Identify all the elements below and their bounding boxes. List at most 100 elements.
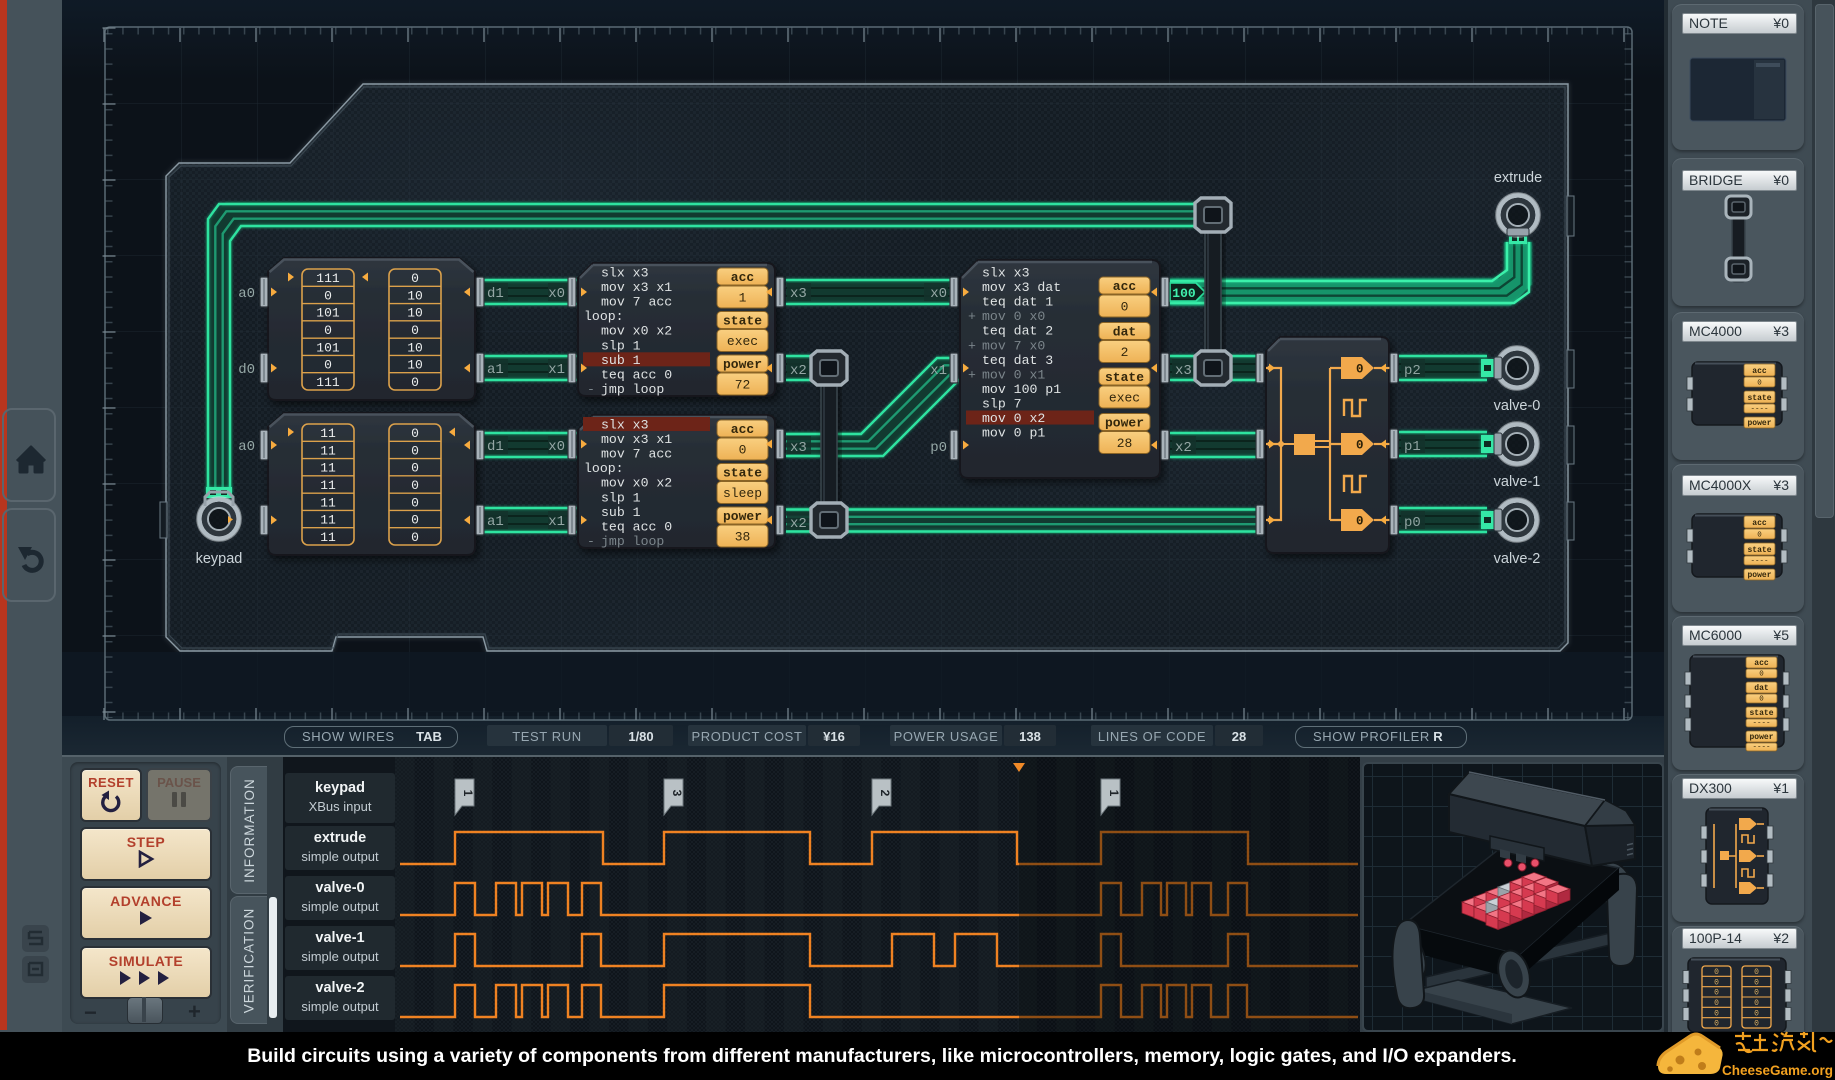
svg-text:10: 10 (407, 358, 423, 373)
svg-text:teq acc 0: teq acc 0 (601, 519, 672, 534)
svg-text:2: 2 (1121, 345, 1129, 360)
svg-text:mov 7 x0: mov 7 x0 (982, 338, 1045, 353)
svg-text:teq dat 1: teq dat 1 (982, 295, 1053, 310)
svg-text:0: 0 (1121, 300, 1129, 315)
svg-text:sub 1: sub 1 (601, 353, 641, 368)
svg-text:0: 0 (1754, 1009, 1759, 1018)
svg-text:mov 0 x1: mov 0 x1 (982, 367, 1045, 382)
svg-text:x2: x2 (790, 363, 807, 379)
svg-text:a1: a1 (487, 362, 504, 378)
svg-text:mov 7 acc: mov 7 acc (601, 295, 672, 310)
svg-text:----: ---- (1750, 406, 1768, 414)
svg-text:----: ---- (1752, 744, 1770, 752)
svg-text:28: 28 (1117, 436, 1133, 451)
svg-text:power: power (723, 509, 762, 524)
svg-text:p0: p0 (1404, 515, 1421, 531)
svg-text:0: 0 (411, 443, 419, 458)
svg-text:valve-2: valve-2 (1494, 551, 1541, 567)
svg-text:11: 11 (320, 426, 336, 441)
svg-text:p0: p0 (930, 440, 947, 456)
svg-text:----: ---- (1750, 558, 1768, 566)
svg-text:x0: x0 (548, 439, 565, 455)
svg-text:0: 0 (1757, 380, 1762, 388)
svg-text:power: power (1747, 419, 1771, 428)
svg-text:a0: a0 (238, 286, 255, 302)
svg-text:111: 111 (316, 271, 340, 286)
svg-text:0: 0 (1714, 978, 1719, 987)
svg-text:+: + (968, 309, 976, 324)
svg-text:jmp loop: jmp loop (601, 382, 664, 397)
svg-text:3: 3 (670, 790, 684, 797)
svg-text:teq dat 2: teq dat 2 (982, 324, 1053, 339)
svg-text:0: 0 (324, 358, 332, 373)
svg-text:acc: acc (1752, 519, 1767, 528)
svg-text:power: power (1749, 733, 1773, 742)
svg-text:d0: d0 (238, 362, 255, 378)
svg-text:acc: acc (1113, 279, 1137, 294)
svg-text:10: 10 (407, 288, 423, 303)
svg-text:+: + (968, 367, 976, 382)
svg-text:teq dat 3: teq dat 3 (982, 353, 1053, 368)
svg-text:0: 0 (411, 530, 419, 545)
svg-text:10: 10 (407, 306, 423, 321)
svg-text:state: state (723, 466, 762, 481)
svg-text:2: 2 (878, 790, 892, 797)
svg-text:0: 0 (411, 375, 419, 390)
svg-text:CheeseGame.org: CheeseGame.org (1722, 1063, 1833, 1078)
svg-text:0: 0 (1754, 989, 1759, 998)
svg-text:mov x3 dat: mov x3 dat (982, 280, 1061, 295)
svg-text:11: 11 (320, 443, 336, 458)
svg-text:acc: acc (1754, 659, 1769, 668)
svg-text:0: 0 (1356, 363, 1364, 377)
svg-text:jmp loop: jmp loop (601, 534, 664, 549)
svg-text:1: 1 (739, 291, 747, 306)
svg-text:state: state (1105, 370, 1144, 385)
svg-text:slx x3: slx x3 (982, 266, 1030, 281)
svg-text:0: 0 (324, 288, 332, 303)
svg-text:11: 11 (320, 461, 336, 476)
svg-text:0: 0 (411, 513, 419, 528)
svg-text:0: 0 (1356, 439, 1364, 453)
svg-text:power: power (1747, 571, 1771, 580)
svg-text:+: + (968, 338, 976, 353)
svg-text:mov 0 p1: mov 0 p1 (982, 426, 1045, 441)
svg-text:11: 11 (320, 478, 336, 493)
svg-text:0: 0 (411, 323, 419, 338)
svg-text:p1: p1 (1404, 439, 1421, 455)
svg-text:0: 0 (1759, 671, 1764, 679)
svg-text:exec: exec (1109, 391, 1140, 406)
svg-text:1: 1 (461, 790, 475, 797)
svg-text:mov 0 x0: mov 0 x0 (982, 309, 1045, 324)
svg-text:0: 0 (1754, 978, 1759, 987)
svg-text:0: 0 (411, 271, 419, 286)
svg-text:a0: a0 (238, 439, 255, 455)
svg-text:mov 7 acc: mov 7 acc (601, 447, 672, 462)
svg-text:a1: a1 (487, 514, 504, 530)
svg-text:10: 10 (407, 340, 423, 355)
svg-text:38: 38 (735, 530, 751, 545)
svg-text:extrude: extrude (1494, 170, 1542, 186)
svg-text:----: ---- (1752, 720, 1770, 728)
svg-text:0: 0 (411, 426, 419, 441)
svg-text:sleep: sleep (723, 486, 762, 501)
svg-text:0: 0 (1754, 999, 1759, 1008)
svg-text:state: state (723, 314, 762, 329)
svg-text:d1: d1 (487, 286, 504, 302)
svg-text:mov x3 x1: mov x3 x1 (601, 432, 672, 447)
svg-text:0: 0 (1757, 532, 1762, 540)
svg-text:x1: x1 (930, 363, 947, 379)
svg-text:x0: x0 (930, 286, 947, 302)
svg-text:sub 1: sub 1 (601, 505, 641, 520)
svg-text:11: 11 (320, 495, 336, 510)
svg-text:-: - (587, 534, 595, 549)
svg-text:0: 0 (324, 323, 332, 338)
svg-text:101: 101 (316, 340, 340, 355)
svg-text:state: state (1747, 394, 1771, 403)
svg-text:power: power (723, 357, 762, 372)
svg-text:power: power (1105, 416, 1144, 431)
svg-text:11: 11 (320, 530, 336, 545)
svg-text:slx x3: slx x3 (601, 418, 649, 433)
svg-text:0: 0 (1714, 999, 1719, 1008)
svg-text:0: 0 (1759, 696, 1764, 704)
svg-text:mov 0 x2: mov 0 x2 (982, 411, 1045, 426)
